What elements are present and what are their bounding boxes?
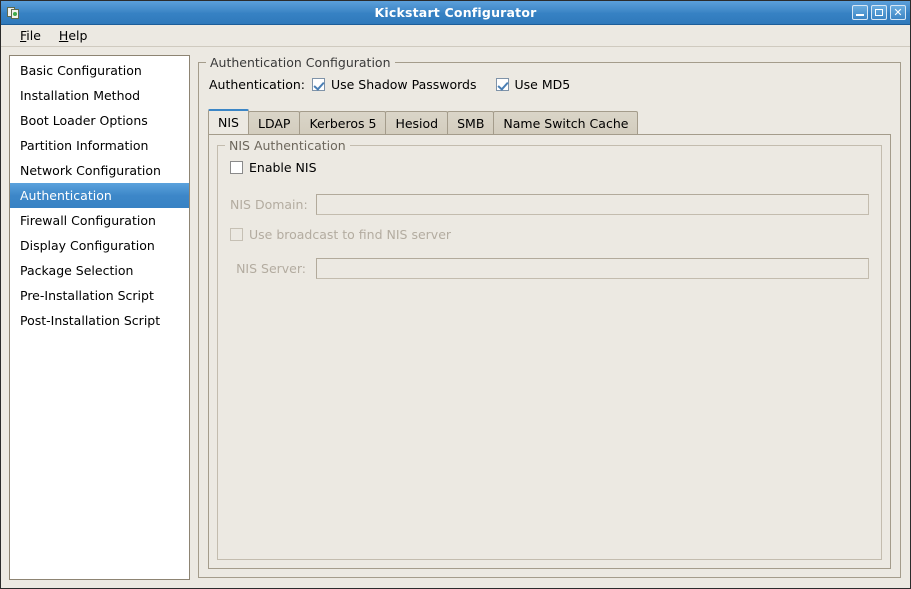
- enable-nis-label: Enable NIS: [249, 160, 317, 175]
- sidebar-item-basic-configuration[interactable]: Basic Configuration: [10, 58, 189, 83]
- nis-domain-label: NIS Domain:: [230, 197, 316, 212]
- use-broadcast-label: Use broadcast to find NIS server: [249, 227, 451, 242]
- enable-nis-checkbox[interactable]: Enable NIS: [230, 160, 317, 175]
- nis-server-label: NIS Server:: [230, 261, 316, 276]
- main-panel: Authentication Configuration Authenticat…: [198, 55, 902, 580]
- authentication-tabs: NIS LDAP Kerberos 5 Hesiod SMB Name Swit…: [208, 109, 891, 569]
- sidebar-item-authentication[interactable]: Authentication: [10, 183, 189, 208]
- sidebar-item-partition-information[interactable]: Partition Information: [10, 133, 189, 158]
- sidebar-item-network-configuration[interactable]: Network Configuration: [10, 158, 189, 183]
- use-shadow-passwords-checkbox[interactable]: Use Shadow Passwords: [312, 77, 477, 92]
- sidebar-list[interactable]: Basic Configuration Installation Method …: [9, 55, 190, 580]
- checkbox-icon[interactable]: [230, 161, 243, 174]
- sidebar-item-installation-method[interactable]: Installation Method: [10, 83, 189, 108]
- nis-server-input[interactable]: [316, 258, 869, 279]
- menu-help[interactable]: Help: [50, 26, 97, 45]
- menu-file[interactable]: File: [11, 26, 50, 45]
- use-broadcast-row: Use broadcast to find NIS server: [230, 227, 869, 242]
- window-controls: ✕: [852, 5, 906, 20]
- nis-authentication-group: NIS Authentication Enable NIS NIS Domain…: [217, 145, 882, 560]
- group-title: Authentication Configuration: [206, 55, 395, 70]
- nis-domain-input[interactable]: [316, 194, 869, 215]
- nis-tab-panel: NIS Authentication Enable NIS NIS Domain…: [208, 134, 891, 569]
- use-md5-checkbox[interactable]: Use MD5: [496, 77, 571, 92]
- menu-help-rest: elp: [68, 28, 87, 43]
- sidebar-item-pre-installation-script[interactable]: Pre-Installation Script: [10, 283, 189, 308]
- enable-nis-row: Enable NIS: [230, 160, 869, 175]
- sidebar-item-firewall-configuration[interactable]: Firewall Configuration: [10, 208, 189, 233]
- tab-name-switch-cache[interactable]: Name Switch Cache: [493, 111, 638, 134]
- tab-ldap[interactable]: LDAP: [248, 111, 300, 134]
- nis-domain-row: NIS Domain:: [230, 194, 869, 215]
- sidebar-item-package-selection[interactable]: Package Selection: [10, 258, 189, 283]
- menu-file-rest: ile: [26, 28, 41, 43]
- authentication-configuration-group: Authentication Configuration Authenticat…: [198, 62, 901, 578]
- maximize-button[interactable]: [871, 5, 887, 20]
- sidebar-item-post-installation-script[interactable]: Post-Installation Script: [10, 308, 189, 333]
- tab-nis[interactable]: NIS: [208, 109, 249, 134]
- close-button[interactable]: ✕: [890, 5, 906, 20]
- app-icon: [4, 3, 24, 23]
- nis-group-title: NIS Authentication: [225, 138, 350, 153]
- checkbox-icon[interactable]: [496, 78, 509, 91]
- menu-bar: File Help: [1, 25, 910, 47]
- authentication-label: Authentication:: [209, 77, 305, 92]
- use-broadcast-checkbox[interactable]: Use broadcast to find NIS server: [230, 227, 451, 242]
- application-window: Kickstart Configurator ✕ File Help Basic…: [0, 0, 911, 589]
- tab-smb[interactable]: SMB: [447, 111, 494, 134]
- use-shadow-passwords-label: Use Shadow Passwords: [331, 77, 477, 92]
- sidebar-item-boot-loader-options[interactable]: Boot Loader Options: [10, 108, 189, 133]
- title-bar: Kickstart Configurator ✕: [1, 1, 910, 25]
- content-area: Basic Configuration Installation Method …: [1, 47, 910, 588]
- tab-hesiod[interactable]: Hesiod: [385, 111, 448, 134]
- tab-strip: NIS LDAP Kerberos 5 Hesiod SMB Name Swit…: [208, 109, 891, 134]
- authentication-options-row: Authentication: Use Shadow Passwords Use…: [209, 77, 570, 92]
- tab-kerberos-5[interactable]: Kerberos 5: [299, 111, 386, 134]
- checkbox-icon[interactable]: [312, 78, 325, 91]
- sidebar-item-display-configuration[interactable]: Display Configuration: [10, 233, 189, 258]
- use-md5-label: Use MD5: [515, 77, 571, 92]
- nis-server-row: NIS Server:: [230, 258, 869, 279]
- checkbox-icon[interactable]: [230, 228, 243, 241]
- window-title: Kickstart Configurator: [1, 5, 910, 20]
- minimize-button[interactable]: [852, 5, 868, 20]
